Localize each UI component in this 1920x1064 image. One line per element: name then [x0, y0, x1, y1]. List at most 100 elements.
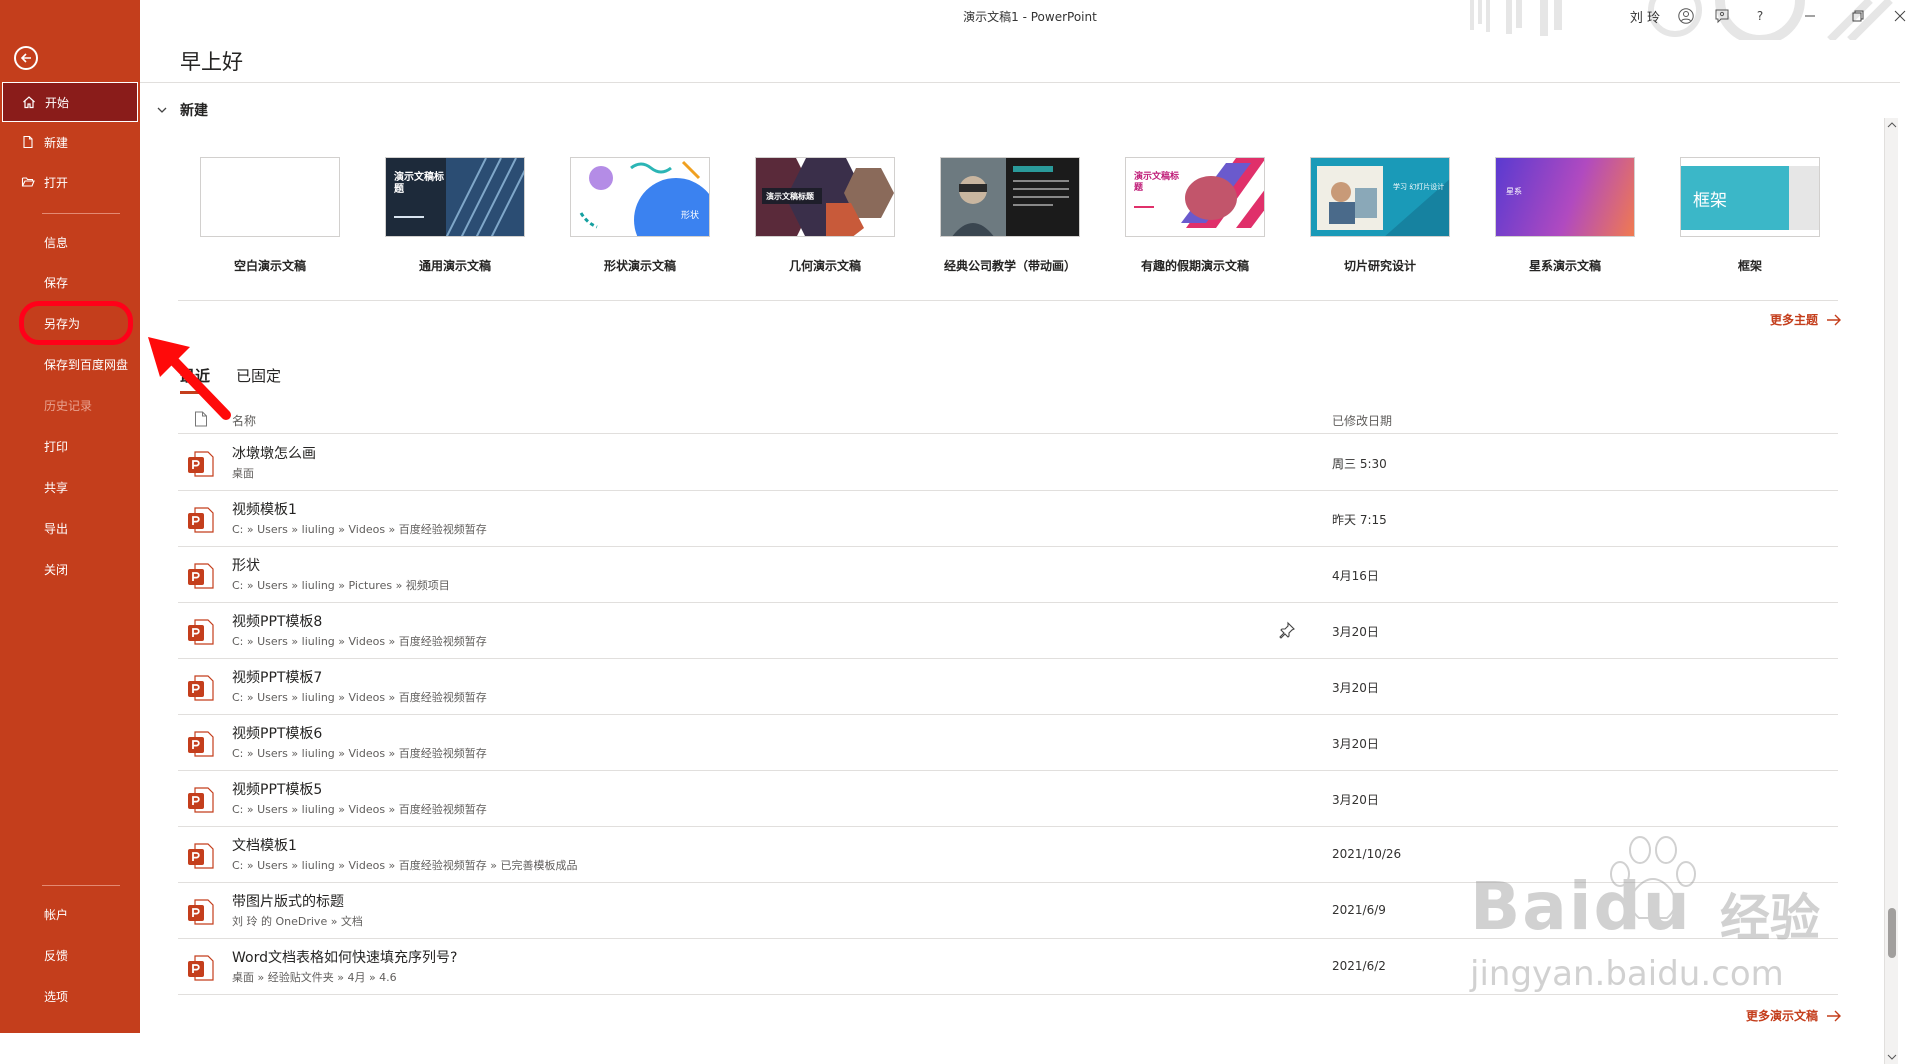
file-name: 视频PPT模板5 — [232, 782, 323, 798]
file-row[interactable]: 视频PPT模板8 C: » Users » liuling » Videos » … — [178, 603, 1838, 659]
template-galaxy[interactable]: 星系 星系演示文稿 — [1495, 157, 1635, 274]
new-section-toggle[interactable]: 新建 — [156, 100, 208, 120]
sidebar-item-print[interactable]: 打印 — [2, 426, 138, 466]
restore-icon[interactable] — [1846, 4, 1870, 28]
powerpoint-file-icon — [188, 899, 214, 925]
more-themes-link[interactable]: 更多主题 — [1770, 311, 1842, 328]
template-blank[interactable]: 空白演示文稿 — [200, 157, 340, 274]
sidebar-item-save-to-baidu[interactable]: 保存到百度网盘 — [2, 344, 138, 384]
arrow-left-icon — [20, 53, 31, 63]
sidebar-item-home[interactable]: 开始 — [2, 82, 138, 122]
back-button[interactable] — [14, 46, 38, 70]
file-row[interactable]: Word文档表格如何快速填充序列号? 桌面 » 经验贴文件夹 » 4月 » 4.6… — [178, 939, 1838, 995]
more-presentations-link[interactable]: 更多演示文稿 — [1746, 1007, 1842, 1024]
template-thumbnail-text: 形状 — [680, 211, 699, 221]
template-fun-holiday[interactable]: 演示文稿标题 有趣的假期演示文稿 — [1125, 157, 1265, 274]
scrollbar-thumb[interactable] — [1888, 908, 1896, 958]
close-window-icon[interactable] — [1888, 4, 1912, 28]
file-name: 视频模板1 — [232, 502, 297, 518]
file-modified-date: 2021/10/26 — [1332, 847, 1402, 861]
file-row[interactable]: 文档模板1 C: » Users » liuling » Videos » 百度经… — [178, 827, 1838, 883]
sidebar-item-save[interactable]: 保存 — [2, 262, 138, 302]
file-row[interactable]: 视频PPT模板7 C: » Users » liuling » Videos » … — [178, 659, 1838, 715]
powerpoint-file-icon — [188, 787, 214, 813]
sidebar-item-label: 另存为 — [44, 316, 81, 331]
sidebar-item-feedback[interactable]: 反馈 — [2, 935, 138, 975]
template-thumbnail-text: 星系 — [1506, 187, 1522, 196]
tab-pinned[interactable]: 已固定 — [236, 365, 281, 394]
sidebar-item-open[interactable]: 打开 — [2, 162, 138, 202]
file-row[interactable]: 视频PPT模板5 C: » Users » liuling » Videos » … — [178, 771, 1838, 827]
sidebar-item-account[interactable]: 帐户 — [2, 894, 138, 934]
new-section-title: 新建 — [180, 103, 208, 119]
file-row[interactable]: 视频模板1 C: » Users » liuling » Videos » 百度经… — [178, 491, 1838, 547]
powerpoint-file-icon — [188, 675, 214, 701]
template-slice-research[interactable]: 学习 幻灯片设计 切片研究设计 — [1310, 157, 1450, 274]
powerpoint-file-icon — [188, 843, 214, 869]
template-thumbnail — [200, 157, 340, 237]
user-avatar-icon[interactable] — [1674, 4, 1698, 28]
file-modified-date: 3月20日 — [1332, 681, 1379, 695]
file-modified-date: 2021/6/2 — [1332, 959, 1386, 973]
template-frame[interactable]: 框架 框架 — [1680, 157, 1820, 274]
file-path: C: » Users » liuling » Pictures » 视频项目 — [232, 579, 450, 592]
sidebar-item-info[interactable]: 信息 — [2, 222, 138, 262]
file-row[interactable]: 形状 C: » Users » liuling » Pictures » 视频项目… — [178, 547, 1838, 603]
sidebar-item-close[interactable]: 关闭 — [2, 549, 138, 589]
template-thumbnail: 形状 — [570, 157, 710, 237]
pin-icon[interactable] — [1278, 621, 1296, 639]
template-thumbnail: 演示文稿标题 — [1125, 157, 1265, 237]
powerpoint-file-icon — [188, 563, 214, 589]
scroll-up-icon[interactable] — [1887, 120, 1897, 130]
sidebar-item-label: 历史记录 — [44, 398, 93, 413]
template-thumbnail: 框架 — [1680, 157, 1820, 237]
sidebar-item-save-as[interactable]: 另存为 — [2, 303, 138, 343]
sidebar-divider — [42, 213, 120, 214]
template-classic-corporate[interactable]: 经典公司教学（带动画） — [940, 157, 1080, 274]
vertical-scrollbar[interactable] — [1884, 118, 1898, 1064]
file-name: 视频PPT模板6 — [232, 726, 323, 742]
file-type-icon — [195, 411, 207, 427]
template-name: 空白演示文稿 — [233, 259, 306, 273]
file-name: 文档模板1 — [232, 838, 297, 854]
file-row[interactable]: 冰墩墩怎么画 桌面 周三 5:30 — [178, 435, 1838, 491]
template-thumbnail-text: 演示文稿标题 — [766, 192, 814, 201]
template-thumbnail-text: 演示文稿标题 — [1134, 172, 1180, 193]
file-path: C: » Users » liuling » Videos » 百度经验视频暂存 — [232, 803, 487, 816]
file-modified-date: 3月20日 — [1332, 793, 1379, 807]
file-path: 刘 玲 的 OneDrive » 文档 — [232, 915, 363, 928]
sidebar-item-export[interactable]: 导出 — [2, 508, 138, 548]
file-name: 冰墩墩怎么画 — [232, 446, 316, 462]
file-row[interactable]: 视频PPT模板6 C: » Users » liuling » Videos » … — [178, 715, 1838, 771]
templates-divider — [178, 300, 1838, 301]
user-name[interactable]: 刘 玲 — [1630, 7, 1660, 26]
template-thumbnail: 学习 幻灯片设计 — [1310, 157, 1450, 237]
more-themes-label: 更多主题 — [1769, 313, 1818, 327]
sidebar-item-label: 导出 — [44, 521, 69, 536]
tab-recent[interactable]: 最近 — [180, 365, 211, 394]
template-geometric[interactable]: 演示文稿标题 几何演示文稿 — [755, 157, 895, 274]
column-header-date[interactable]: 已修改日期 — [1332, 412, 1392, 429]
sidebar-item-label: 打印 — [44, 439, 69, 454]
new-document-icon — [20, 134, 36, 150]
column-header-name[interactable]: 名称 — [232, 412, 256, 429]
template-general[interactable]: 演示文稿标题 通用演示文稿 — [385, 157, 525, 274]
template-name: 切片研究设计 — [1343, 259, 1416, 273]
template-shapes[interactable]: 形状 形状演示文稿 — [570, 157, 710, 274]
help-icon[interactable]: ? — [1748, 4, 1772, 28]
header-divider — [140, 82, 1900, 83]
sidebar-item-options[interactable]: 选项 — [2, 976, 138, 1016]
template-name: 有趣的假期演示文稿 — [1140, 259, 1249, 273]
file-modified-date: 2021/6/9 — [1332, 903, 1386, 917]
file-path: C: » Users » liuling » Videos » 百度经验视频暂存 — [232, 635, 487, 648]
arrow-right-icon — [1827, 1010, 1841, 1021]
greeting-heading: 早上好 — [180, 50, 243, 74]
feedback-icon[interactable] — [1710, 4, 1734, 28]
file-name: 带图片版式的标题 — [232, 894, 344, 910]
sidebar-item-share[interactable]: 共享 — [2, 467, 138, 507]
file-row[interactable]: 带图片版式的标题刘 玲 的 OneDrive » 文档 2021/6/9 — [178, 883, 1838, 939]
sidebar-item-new[interactable]: 新建 — [2, 122, 138, 162]
scroll-down-icon[interactable] — [1887, 1052, 1897, 1062]
file-modified-date: 3月20日 — [1332, 625, 1379, 639]
minimize-icon[interactable] — [1798, 4, 1822, 28]
